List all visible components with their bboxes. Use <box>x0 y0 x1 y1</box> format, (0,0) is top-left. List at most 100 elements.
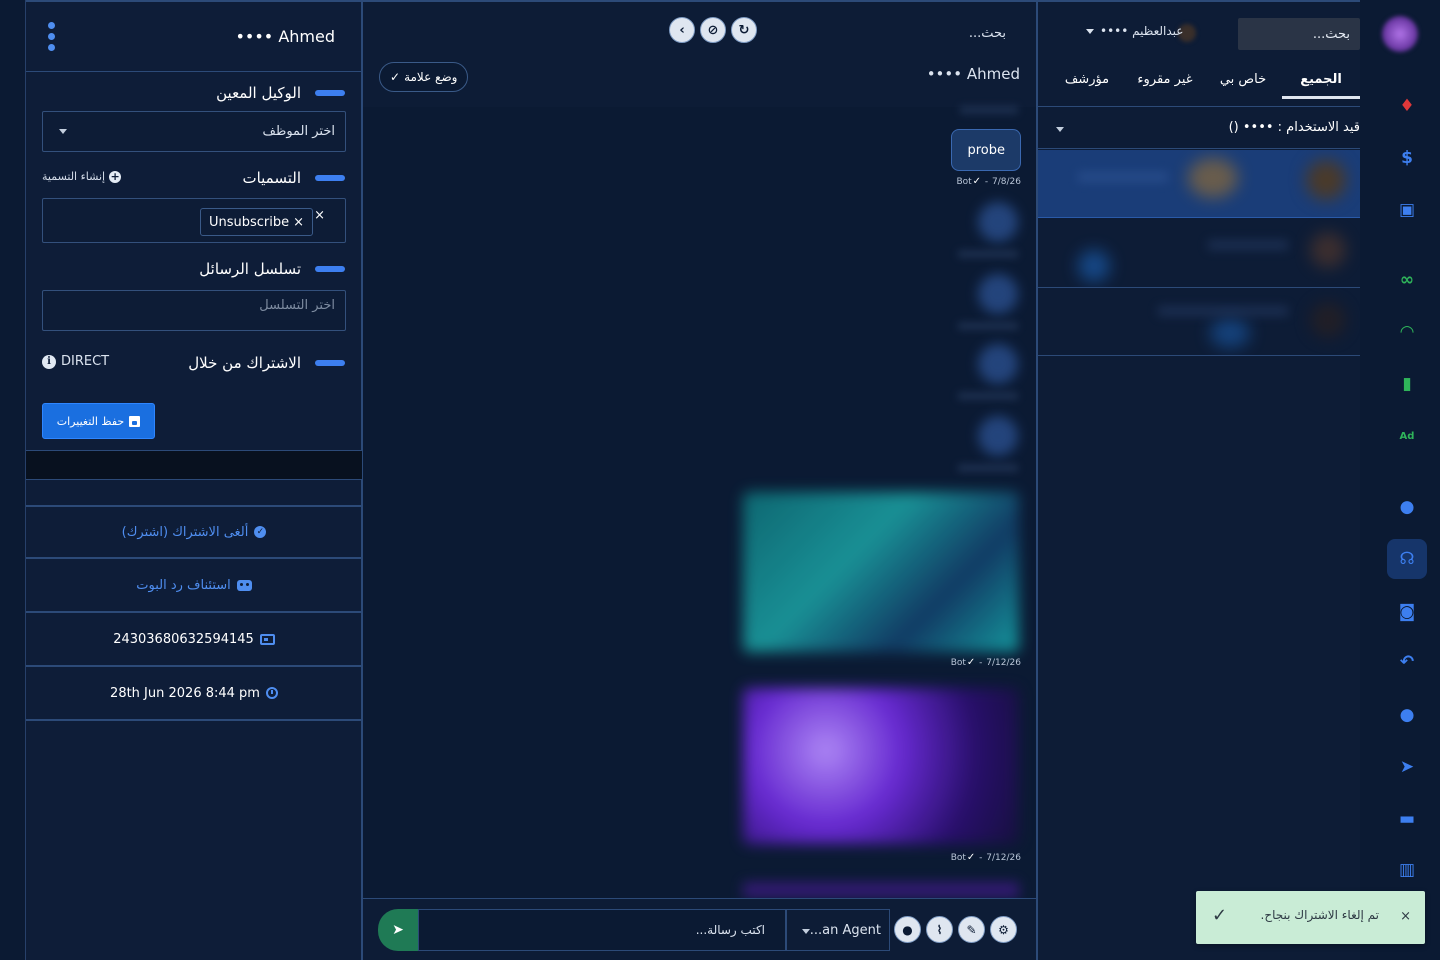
section-accent-bar <box>315 266 345 272</box>
status-filter[interactable]: قيد الاستخدام : •••• () <box>1038 109 1360 149</box>
blurred-message-meta <box>960 106 1018 114</box>
app-root: Ahmed •••• الوكيل المعين اختر الموظف الت… <box>0 0 1440 960</box>
agent-dropdown[interactable]: ...an Agent <box>786 909 890 951</box>
unsubscribe-action[interactable]: ✓ ألغى الاشتراك (اشترك) <box>26 505 362 559</box>
subscriber-id-row: 24303680632594145 <box>26 613 362 667</box>
conversation-badge <box>1078 250 1110 282</box>
create-label-text: إنشاء التسمية <box>42 170 106 183</box>
subscribed-via-label: الاشتراك من خلال <box>188 354 301 372</box>
chat-bubble-icon[interactable]: ● <box>1396 704 1418 726</box>
info-icon[interactable]: i <box>42 354 56 369</box>
chat-header-actions: ‹ ⊘ ↻ <box>669 17 757 43</box>
paper-plane-icon: ➤ <box>392 922 404 938</box>
section-divider <box>26 450 362 480</box>
chevron-left-icon[interactable]: ‹ <box>669 17 695 43</box>
message-text: probe <box>951 129 1021 171</box>
chat-search[interactable]: بحث... <box>969 26 1006 41</box>
labels-field[interactable]: Unsubscribe × × <box>42 198 346 243</box>
conversation-search-input[interactable] <box>1238 18 1360 50</box>
save-changes-label: حفظ التغييرات <box>56 414 125 428</box>
reply-all-icon[interactable]: ↶ <box>1396 651 1418 673</box>
check-mark-icon: ✓ <box>1212 905 1228 926</box>
labels-label: التسميات <box>242 169 301 187</box>
check-mark-icon: ✓ <box>390 70 401 84</box>
robot-icon <box>236 579 252 591</box>
microphone-icon[interactable]: ● <box>894 916 921 943</box>
agent-select[interactable]: اختر الموظف <box>42 111 346 152</box>
media-date: 7/12/26 <box>986 852 1021 863</box>
tab-mine[interactable]: خاص بي <box>1204 62 1282 106</box>
robot-icon[interactable]: ⚙ <box>990 916 1017 943</box>
signature-icon[interactable]: ✎ <box>958 916 985 943</box>
message-input[interactable] <box>418 909 786 951</box>
section-accent-bar <box>315 175 345 181</box>
agent-dropdown-value: ...an Agent <box>809 922 881 938</box>
chat-panel: ‹ ⊘ ↻ بحث... وضع علامة ✓ Ahmed •••• prob… <box>363 0 1038 960</box>
subscribed-via-text: DIRECT <box>61 354 110 369</box>
check-badge-icon: ✓ <box>254 526 267 538</box>
fire-icon[interactable]: ♦ <box>1396 95 1418 117</box>
user-select[interactable]: عبدالعظيم •••• <box>1086 24 1183 38</box>
trash-icon[interactable]: ▥ <box>1396 859 1418 881</box>
paperclip-icon[interactable]: ⌇ <box>926 916 953 943</box>
robot-icon[interactable]: ◙ <box>1396 601 1418 623</box>
subscribed-date-row: 28th Jun 2026 8:44 pm <box>26 667 362 721</box>
chip-icon[interactable]: ▮ <box>1396 373 1418 395</box>
resume-bot-action[interactable]: استئناف رد البوت <box>26 559 362 613</box>
more-options-icon[interactable] <box>44 18 59 55</box>
success-toast: ✓ تم إلغاء الاشتراك بنجاح. × <box>1196 891 1425 944</box>
unsubscribe-action-text: ألغى الاشتراك (اشترك) <box>121 524 249 540</box>
bell-off-icon[interactable]: ⊘ <box>700 17 726 43</box>
message-date-dash: - <box>982 176 992 187</box>
media-date: 7/12/26 <box>986 657 1021 668</box>
send-icon[interactable]: ➤ <box>1396 756 1418 778</box>
inbox-icon[interactable]: ▬ <box>1396 808 1418 830</box>
tab-archived[interactable]: مؤرشف <box>1048 62 1126 106</box>
chevron-down-icon <box>59 129 67 134</box>
message-meta: Bot ✓ - 7/8/26 <box>956 176 1021 187</box>
blurred-message <box>978 274 1018 314</box>
conversation-item[interactable] <box>1038 150 1360 218</box>
headset-icon[interactable]: ☊ <box>1387 539 1427 579</box>
clear-labels-icon[interactable]: × <box>314 208 325 223</box>
media-sender: Bot <box>950 852 966 863</box>
toast-close-icon[interactable]: × <box>1400 909 1411 924</box>
mark-button-label: وضع علامة <box>404 70 458 84</box>
refresh-icon[interactable]: ↻ <box>731 17 757 43</box>
account-avatar[interactable] <box>1382 16 1418 52</box>
wifi-icon[interactable]: ◠ <box>1396 321 1418 343</box>
ad-icon[interactable]: Ad <box>1396 425 1418 447</box>
conversation-preview <box>1208 240 1288 250</box>
cast-icon[interactable]: ▣ <box>1396 199 1418 221</box>
user-icon[interactable]: ● <box>1396 496 1418 518</box>
blurred-message-meta <box>958 322 1018 330</box>
label-chip-text: Unsubscribe <box>208 214 290 230</box>
assigned-agent-label: الوكيل المعين <box>216 84 301 102</box>
conversation-item[interactable] <box>1038 220 1360 288</box>
send-button[interactable]: ➤ <box>378 909 418 951</box>
label-chip-unsubscribe: Unsubscribe × <box>199 208 313 236</box>
sequence-select[interactable]: اختر التسلسل <box>42 290 346 331</box>
media-message-image[interactable] <box>743 688 1019 844</box>
link-icon[interactable]: ∞ <box>1396 269 1418 291</box>
media-message-image[interactable] <box>743 492 1019 652</box>
chevron-down-icon <box>1086 28 1094 34</box>
media-message-image[interactable] <box>743 882 1019 898</box>
check-mark-icon: ✓ <box>966 657 976 668</box>
conversation-item[interactable] <box>1038 288 1360 356</box>
mark-button[interactable]: وضع علامة ✓ <box>379 62 469 92</box>
media-meta: Bot ✓ - 7/12/26 <box>951 657 1021 668</box>
dollar-icon[interactable]: $ <box>1396 147 1418 169</box>
chat-header: ‹ ⊘ ↻ بحث... وضع علامة ✓ Ahmed •••• <box>363 2 1036 107</box>
media-sender: Bot <box>950 657 966 668</box>
check-mark-icon: ✓ <box>972 176 982 187</box>
save-changes-button[interactable]: حفظ التغييرات <box>42 403 155 439</box>
chip-remove-icon[interactable]: × <box>293 215 304 230</box>
conversation-avatar <box>1306 160 1346 200</box>
conversation-avatar <box>1310 232 1346 268</box>
floppy-disk-icon <box>129 415 141 427</box>
tab-unread[interactable]: غير مقروء <box>1126 62 1204 106</box>
tab-all[interactable]: الجميع <box>1282 62 1360 99</box>
create-label-button[interactable]: + إنشاء التسمية <box>42 170 122 183</box>
toast-message: تم إلغاء الاشتراك بنجاح. <box>1260 908 1379 922</box>
